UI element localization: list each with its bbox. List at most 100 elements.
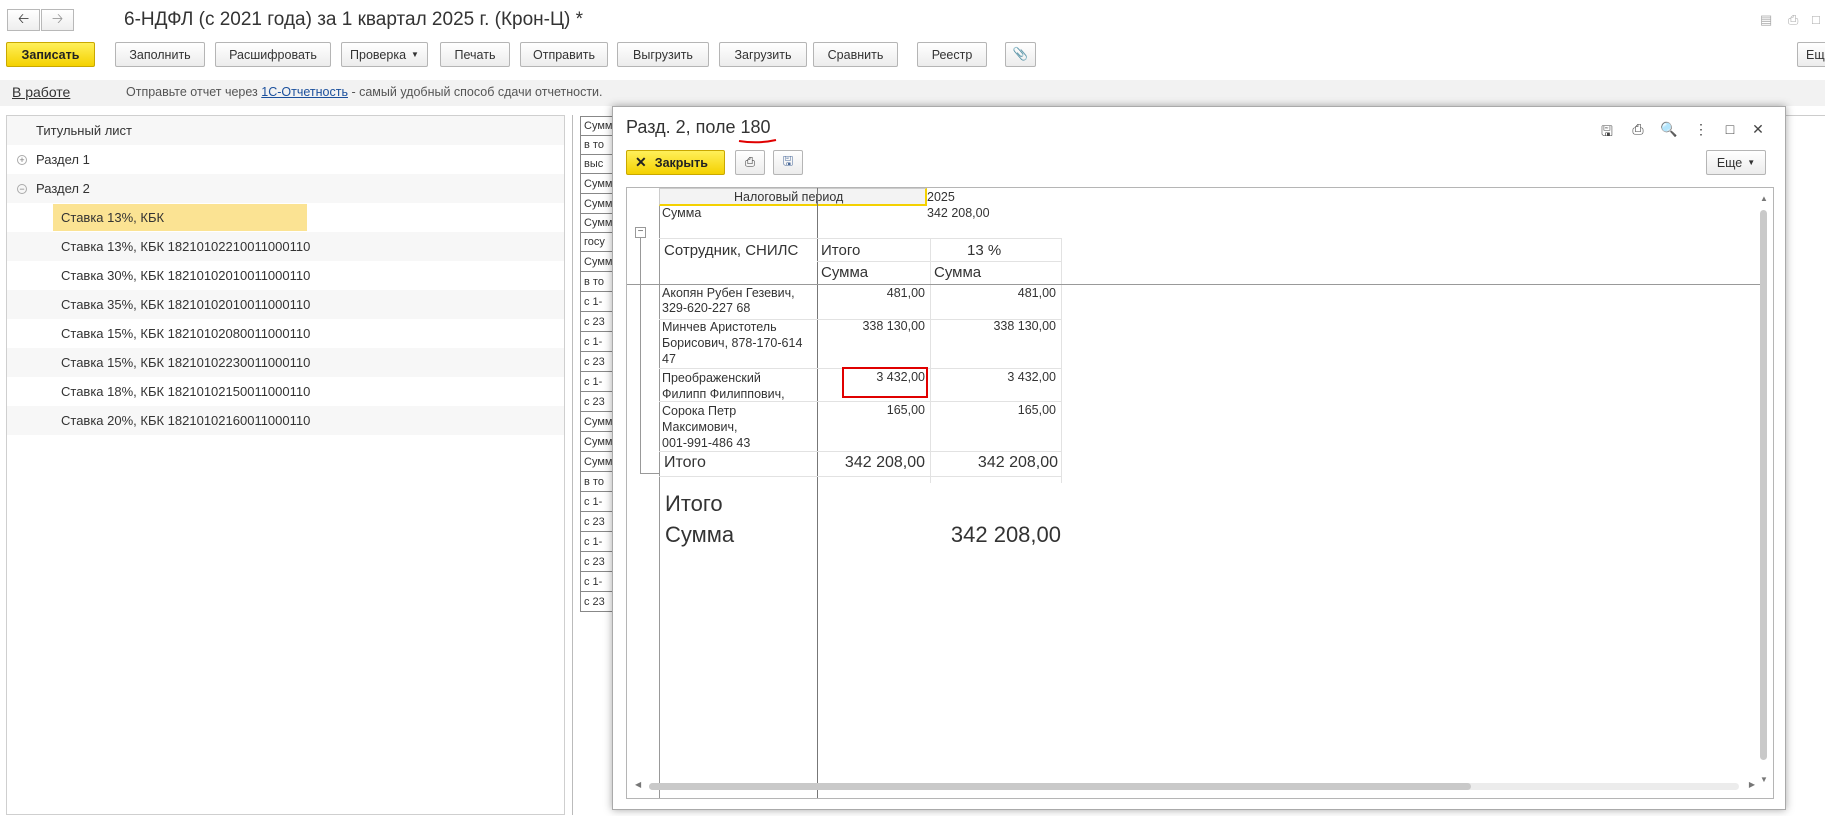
window-title: 6-НДФЛ (с 2021 года) за 1 квартал 2025 г… <box>124 9 584 30</box>
dialog-title-field: 180 <box>739 117 777 144</box>
check-button-label: Проверка <box>350 47 407 62</box>
field-number: 180 <box>740 117 771 137</box>
employee-line: Сорока Петр <box>662 404 737 418</box>
attach-button[interactable]: 📎 <box>1005 42 1036 67</box>
row-rate[interactable]: 338 130,00 <box>930 319 1056 333</box>
close-button[interactable]: ✕ Закрыть <box>626 150 725 175</box>
background-table-cell: с 23 <box>580 591 614 611</box>
col-sum1: Сумма <box>821 264 869 281</box>
maximize-icon[interactable]: □ <box>1721 121 1739 137</box>
employee-name: Сорока Петр Максимович, 001-991-486 43 <box>662 403 750 451</box>
grid-line <box>659 238 1061 239</box>
check-dropdown-button[interactable]: Проверка ▼ <box>341 42 428 67</box>
horizontal-scrollbar[interactable]: ◀ ▶ <box>635 780 1755 792</box>
preview-icon[interactable]: 🔍 <box>1660 121 1678 138</box>
tree-item-rate[interactable]: Ставка 35%, КБК 18210102010011000110 <box>7 290 564 319</box>
grand-sum-label: Сумма <box>665 522 735 547</box>
background-table-cell: в то <box>580 271 614 291</box>
tree-item-label: Ставка 20%, КБК 18210102160011000110 <box>61 413 311 428</box>
tree-item-rate[interactable]: Ставка 13%, КБК 18210102210011000110 <box>7 232 564 261</box>
row-total[interactable]: 338 130,00 <box>817 319 925 333</box>
registry-button[interactable]: Реестр <box>917 42 987 67</box>
tree-item-section-2[interactable]: − Раздел 2 <box>7 174 564 203</box>
background-table-cell: с 23 <box>580 351 614 371</box>
tree-item-rate[interactable]: Ставка 20%, КБК 18210102160011000110 <box>7 406 564 435</box>
tree-item-label: Ставка 13%, КБК 18210102210011000110 <box>61 239 311 254</box>
save-button[interactable]: Записать <box>6 42 95 67</box>
grid-line <box>659 451 1061 452</box>
more-button[interactable]: Ещ <box>1797 42 1825 67</box>
status-bar: В работе Отправьте отчет через 1С-Отчетн… <box>0 80 1825 106</box>
header-separator <box>627 284 1760 285</box>
field-decode-dialog: Разд. 2, поле 180 🖫 ⎙ 🔍 ⋮ □ ✕ ✕ Закрыть … <box>612 106 1786 810</box>
import-button[interactable]: Загрузить <box>719 42 807 67</box>
tree-item-rate[interactable]: Ставка 15%, КБК 18210102080011000110 <box>7 319 564 348</box>
row-total[interactable]: 165,00 <box>817 403 925 417</box>
export-button[interactable]: Выгрузить <box>617 42 709 67</box>
background-table-cell: с 1- <box>580 291 614 311</box>
status-hint: Отправьте отчет через 1С-Отчетность - са… <box>126 85 603 99</box>
sum-label: Сумма <box>662 206 702 220</box>
chevron-down-icon: ▼ <box>411 50 419 59</box>
tree-item-title-page[interactable]: Титульный лист <box>7 116 564 145</box>
more-vert-icon[interactable]: ⋮ <box>1692 121 1710 138</box>
close-button-label: Закрыть <box>654 155 708 170</box>
row-rate[interactable]: 481,00 <box>930 286 1056 300</box>
status-link[interactable]: В работе <box>12 84 70 100</box>
paperclip-icon: 📎 <box>1012 47 1029 61</box>
tree-item-rate[interactable]: Ставка 15%, КБК 18210102230011000110 <box>7 348 564 377</box>
tree-item-label: Титульный лист <box>36 123 133 138</box>
tree-item-section-1[interactable]: + Раздел 1 <box>7 145 564 174</box>
tree-item-label: Ставка 35%, КБК 18210102010011000110 <box>61 297 311 312</box>
grand-total-value[interactable]: 342 208,00 <box>857 522 1061 548</box>
save-window-icon[interactable]: ▤ <box>1760 12 1776 27</box>
save-small-button[interactable]: 🖫 <box>773 150 803 175</box>
row-rate[interactable]: 165,00 <box>930 403 1056 417</box>
send-button[interactable]: Отправить <box>520 42 608 67</box>
splitter[interactable] <box>572 115 573 815</box>
row-total[interactable]: 481,00 <box>817 286 925 300</box>
dialog-title-prefix: Разд. 2, поле <box>626 117 741 137</box>
collapse-icon[interactable]: − <box>17 184 27 194</box>
forward-button[interactable]: 🡢 <box>41 9 74 31</box>
employee-name: Акопян Рубен Гезевич, 329-620-227 68 <box>662 286 795 316</box>
tree-item-rate[interactable]: Ставка 18%, КБК 18210102150011000110 <box>7 377 564 406</box>
vertical-scrollbar[interactable]: ▲ ▼ <box>1760 194 1768 784</box>
save-icon[interactable]: 🖫 <box>1598 121 1616 145</box>
scroll-right-icon[interactable]: ▶ <box>1749 780 1755 789</box>
close-x-icon: ✕ <box>635 154 647 170</box>
expand-icon[interactable]: + <box>17 155 27 165</box>
background-table-cell: с 23 <box>580 551 614 571</box>
fill-button[interactable]: Заполнить <box>115 42 205 67</box>
print-icon[interactable]: ⎙ <box>1629 121 1647 138</box>
report-spreadsheet[interactable]: − Налоговый период 2025 Сумма 342 208,00… <box>626 187 1774 799</box>
modal-more-button[interactable]: Еще ▼ <box>1706 150 1766 175</box>
background-table-cell: с 1- <box>580 531 614 551</box>
row-total[interactable]: 3 432,00 <box>817 370 925 384</box>
print-button[interactable]: Печать <box>440 42 510 67</box>
minimize-icon[interactable]: □ <box>1812 12 1825 27</box>
col-rate: 13 % <box>967 242 1002 259</box>
compare-button[interactable]: Сравнить <box>813 42 898 67</box>
vertical-scroll-thumb[interactable] <box>1760 210 1767 760</box>
scroll-left-icon[interactable]: ◀ <box>635 780 641 789</box>
close-icon[interactable]: ✕ <box>1749 121 1767 138</box>
scroll-up-icon[interactable]: ▲ <box>1760 194 1768 203</box>
employee-line: Борисович, 878-170-614 <box>662 336 803 350</box>
horizontal-scroll-thumb[interactable] <box>649 783 1471 790</box>
background-table-cell: Сумм <box>580 116 614 135</box>
total-rate-value[interactable]: 342 208,00 <box>930 454 1058 472</box>
group-collapse-icon[interactable]: − <box>635 227 646 238</box>
tree-item-rate[interactable]: Ставка 13%, КБК 18210102010011000110 <box>7 203 564 252</box>
total-value[interactable]: 342 208,00 <box>817 454 925 472</box>
print-small-button[interactable]: ⎙ <box>735 150 765 175</box>
decode-button[interactable]: Расшифровать <box>215 42 331 67</box>
tree-item-rate[interactable]: Ставка 30%, КБК 18210102010011000110 <box>7 261 564 290</box>
chevron-down-icon: ▼ <box>1747 158 1756 167</box>
back-button[interactable]: 🡠 <box>7 9 40 31</box>
scroll-down-icon[interactable]: ▼ <box>1760 775 1768 784</box>
reporting-link[interactable]: 1С-Отчетность <box>261 85 348 99</box>
print-window-icon[interactable]: ⎙ <box>1788 12 1804 27</box>
row-rate[interactable]: 3 432,00 <box>930 370 1056 384</box>
background-table-bottom <box>580 611 614 612</box>
